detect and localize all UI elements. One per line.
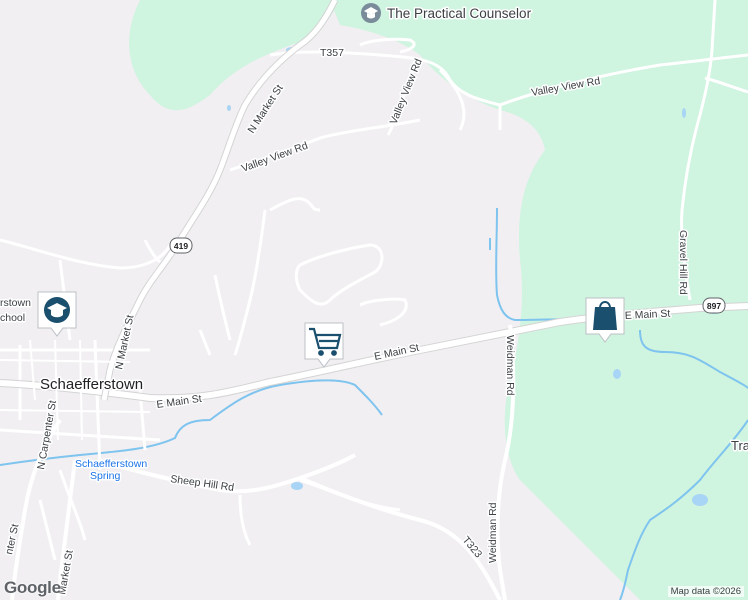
pond <box>682 108 686 118</box>
school-label-line-1: rstown <box>0 297 31 309</box>
route-419-shield: 419 <box>169 237 193 254</box>
road-label-t357: T357 <box>320 47 344 59</box>
svg-text:419: 419 <box>174 241 188 251</box>
spring-label-line-1: Schaefferstown <box>75 458 147 470</box>
spring-label-line-2: Spring <box>90 470 121 482</box>
town-label: Schaefferstown <box>40 376 143 393</box>
map-canvas[interactable]: 419 897 T357 Valley View Rd Valley View … <box>0 0 748 600</box>
poi-label: The Practical Counselor <box>387 6 532 21</box>
pond <box>692 494 708 506</box>
svg-text:897: 897 <box>707 301 721 311</box>
google-logo: Google <box>4 578 61 597</box>
map-attribution: Map data ©2026 <box>667 586 744 597</box>
route-897-shield: 897 <box>702 297 726 314</box>
pond <box>291 482 303 490</box>
road-label-gravel-hill-rd: Gravel Hill Rd <box>677 230 689 295</box>
pond <box>613 369 621 379</box>
road-label-e-main-st-east: E Main St <box>625 308 671 322</box>
road-label-weidman-rd-north: Weidman Rd <box>504 335 516 396</box>
pond <box>227 105 231 111</box>
poi-practical-counselor[interactable]: The Practical Counselor <box>361 3 533 23</box>
school-label-line-2: chool <box>0 312 25 324</box>
partial-place-label: Tra <box>731 438 748 453</box>
road-label-weidman-rd-south: Weidman Rd <box>487 502 499 563</box>
